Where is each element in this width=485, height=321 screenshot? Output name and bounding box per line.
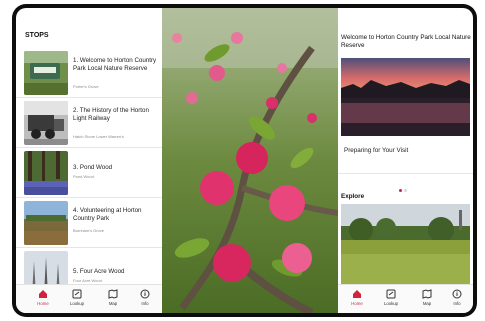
stop-thumbnail [24, 201, 68, 245]
tab-label: Home [37, 301, 49, 306]
stop-thumbnail [24, 101, 68, 145]
stop-subtitle: Pond Wood [73, 174, 94, 179]
blossom-photo [162, 8, 338, 313]
stop-title: 2. The History of the Horton Light Railw… [73, 107, 149, 122]
tab-label: Map [422, 301, 432, 306]
preparing-visit-item[interactable]: Preparing for Your Visit [338, 138, 473, 174]
tab-home[interactable]: Home [342, 289, 372, 306]
stop-title: 1. Welcome to Horton Country Park Local … [73, 57, 157, 72]
stop-thumbnail [24, 51, 68, 95]
map-icon [108, 289, 118, 299]
stop-subtitle: Burnham's Grove [73, 228, 104, 233]
stop-list-item[interactable]: 4. Volunteering at Horton Country Park B… [16, 198, 162, 248]
home-icon [353, 290, 361, 298]
welcome-title: Welcome to Horton Country Park Local Nat… [341, 34, 471, 49]
preparing-visit-label: Preparing for Your Visit [344, 147, 409, 154]
tab-label: Home [351, 301, 363, 306]
map-icon [422, 289, 432, 299]
device-frame: STOPS 1. Welcome to Horton Country Park … [12, 4, 477, 317]
lookup-icon [386, 289, 396, 299]
tab-label: Map [108, 301, 118, 306]
tab-lookup[interactable]: Lookup [376, 289, 406, 306]
tab-info[interactable]: Info [130, 289, 160, 306]
home-icon [39, 290, 47, 298]
carousel-dots [398, 179, 408, 197]
stop-subtitle: Hatch Stone Lower Warren's [73, 134, 124, 139]
tab-label: Info [141, 301, 149, 306]
park-field-image[interactable] [341, 204, 470, 284]
tab-bar: Home Lookup Map Info [338, 284, 473, 313]
tab-bar: Home Lookup Map Info [16, 284, 162, 313]
stop-title: 4. Volunteering at Horton Country Park [73, 207, 142, 222]
stop-list-item[interactable]: 2. The History of the Horton Light Railw… [16, 98, 162, 148]
stops-heading: STOPS [25, 32, 49, 39]
explore-heading: Explore [341, 193, 365, 200]
tab-home[interactable]: Home [28, 289, 58, 306]
stops-panel: STOPS 1. Welcome to Horton Country Park … [16, 8, 162, 313]
stop-subtitle: Four Acre Wood [73, 278, 102, 283]
carousel-dot-active[interactable] [399, 189, 402, 192]
stop-list-item[interactable]: 1. Welcome to Horton Country Park Local … [16, 48, 162, 98]
stop-title: 5. Four Acre Wood [73, 268, 125, 275]
carousel-dot[interactable] [404, 189, 407, 192]
tab-map[interactable]: Map [412, 289, 442, 306]
tab-label: Lookup [69, 301, 85, 306]
stop-subtitle: Porter's Grove [73, 84, 99, 89]
tab-map[interactable]: Map [98, 289, 128, 306]
tab-label: Lookup [383, 301, 399, 306]
info-icon [452, 289, 462, 299]
info-icon [140, 289, 150, 299]
home-panel: Welcome to Horton Country Park Local Nat… [338, 8, 473, 313]
stop-list-item[interactable]: 3. Pond Wood Pond Wood [16, 148, 162, 198]
tab-label: Info [453, 301, 461, 306]
tab-lookup[interactable]: Lookup [62, 289, 92, 306]
stop-title: 3. Pond Wood [73, 164, 113, 171]
sunset-lake-image[interactable] [341, 58, 470, 136]
stop-thumbnail [24, 151, 68, 195]
lookup-icon [72, 289, 82, 299]
tab-info[interactable]: Info [442, 289, 472, 306]
